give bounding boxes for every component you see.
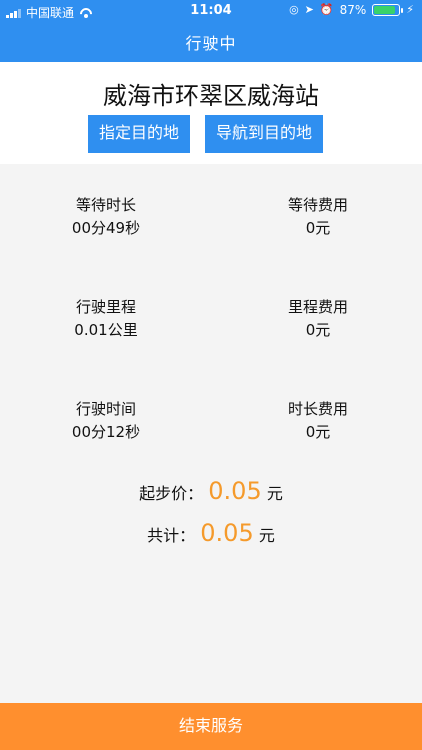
waiting-duration-value: 00分49秒 [71, 219, 141, 237]
status-right: ◎ ➤ ⏰ 87% ⚡ [289, 3, 414, 17]
time-fee-value: 0元 [305, 423, 331, 441]
base-fare-line: 起步价： 0.05 元 [0, 477, 422, 505]
navigation-arrow-icon: ➤ [304, 3, 314, 16]
page-title: 行驶中 [185, 34, 237, 53]
waiting-duration-label: 等待时长 [75, 196, 136, 214]
charging-icon: ⚡ [406, 3, 414, 16]
base-fare-value: 0.05 [208, 477, 262, 505]
time-fee-label: 时长费用 [287, 400, 348, 418]
total-fare-value: 0.05 [200, 519, 254, 547]
driving-time-value: 00分12秒 [71, 423, 141, 441]
signal-icon [6, 8, 21, 18]
total-fare-line: 共计： 0.05 元 [0, 519, 422, 547]
end-service-button[interactable]: 结束服务 [0, 703, 422, 750]
driving-distance-value: 0.01公里 [74, 321, 138, 339]
trip-header: 威海市环翠区威海站 指定目的地 导航到目的地 [0, 62, 422, 164]
location-title: 威海市环翠区威海站 [103, 82, 319, 110]
status-left: 中国联通 [6, 4, 93, 21]
battery-icon [372, 4, 404, 16]
waiting-fee-label: 等待费用 [287, 196, 348, 214]
distance-fee-value: 0元 [305, 321, 331, 339]
top-bar: 中国联通 11:04 ◎ ➤ ⏰ 87% ⚡ 行驶中 [0, 0, 422, 62]
driving-distance-metric: 行驶里程 0.01公里 [36, 295, 176, 341]
driving-distance-label: 行驶里程 [75, 298, 136, 316]
total-fare-unit: 元 [258, 526, 275, 545]
total-fare-label: 共计： [147, 526, 196, 545]
navigate-destination-button[interactable]: 导航到目的地 [205, 115, 323, 153]
base-fare-label: 起步价： [139, 484, 204, 503]
waiting-fee-metric: 等待费用 0元 [248, 193, 388, 239]
distance-fee-label: 里程费用 [287, 298, 348, 316]
status-time: 11:04 [190, 3, 232, 18]
distance-fee-metric: 里程费用 0元 [248, 295, 388, 341]
alarm-icon: ⏰ [319, 3, 334, 16]
carrier-label: 中国联通 [26, 6, 75, 20]
status-bar: 中国联通 11:04 ◎ ➤ ⏰ 87% ⚡ [0, 0, 422, 22]
battery-percent: 87% [339, 3, 367, 17]
waiting-duration-metric: 等待时长 00分49秒 [36, 193, 176, 239]
battery-fill [374, 6, 396, 14]
wifi-icon [79, 8, 93, 18]
driving-time-metric: 行驶时间 00分12秒 [36, 397, 176, 443]
time-fee-metric: 时长费用 0元 [248, 397, 388, 443]
waiting-fee-value: 0元 [305, 219, 331, 237]
base-fare-unit: 元 [266, 484, 283, 503]
set-destination-button[interactable]: 指定目的地 [88, 115, 190, 153]
driving-time-label: 行驶时间 [75, 400, 136, 418]
location-lock-icon: ◎ [289, 3, 299, 16]
